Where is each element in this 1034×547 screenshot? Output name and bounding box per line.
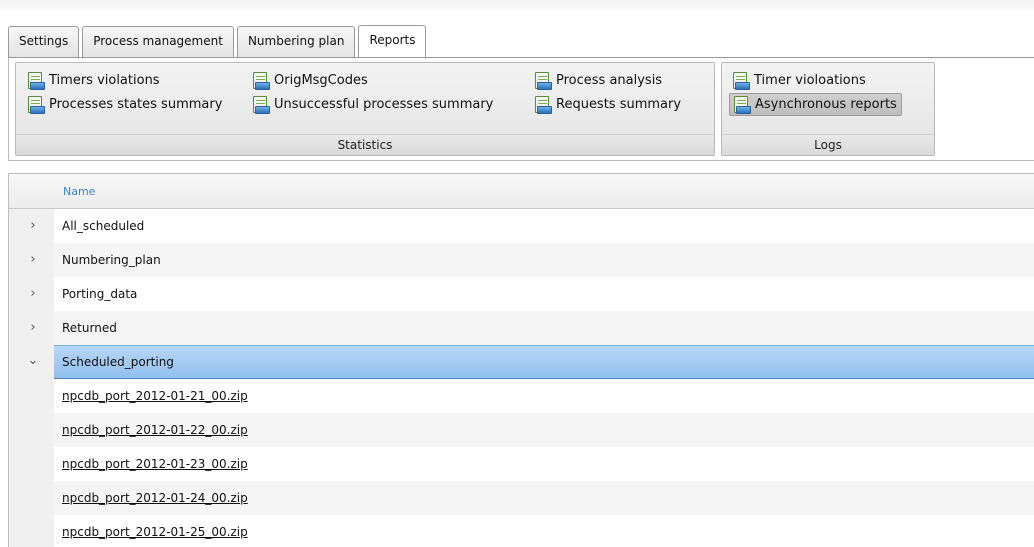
logs-group: Timer violoations Asynchronous reports L… bbox=[721, 62, 935, 156]
chevron-right-icon[interactable]: › bbox=[27, 219, 39, 233]
file-link[interactable]: npcdb_port_2012-01-25_00.zip bbox=[62, 525, 248, 539]
file-row: npcdb_port_2012-01-24_00.zip bbox=[54, 481, 1034, 515]
folder-row[interactable]: › Returned bbox=[9, 311, 1034, 345]
report-icon bbox=[252, 71, 270, 90]
chevron-down-icon[interactable]: ⌄ bbox=[27, 354, 39, 368]
button-label: Unsuccessful processes summary bbox=[274, 97, 494, 112]
report-icon bbox=[733, 95, 751, 114]
unsuccessful-processes-summary-button[interactable]: Unsuccessful processes summary bbox=[249, 93, 497, 116]
grid-header[interactable]: Name bbox=[9, 174, 1034, 209]
report-icon bbox=[27, 95, 45, 114]
tab-settings[interactable]: Settings bbox=[8, 26, 80, 57]
file-link[interactable]: npcdb_port_2012-01-21_00.zip bbox=[62, 389, 248, 403]
file-link[interactable]: npcdb_port_2012-01-22_00.zip bbox=[62, 423, 248, 437]
folder-name: All_scheduled bbox=[62, 219, 145, 233]
button-label: Timer violoations bbox=[754, 73, 866, 88]
file-link[interactable]: npcdb_port_2012-01-23_00.zip bbox=[62, 457, 248, 471]
button-label: Processes states summary bbox=[49, 97, 223, 112]
report-icon bbox=[534, 71, 552, 90]
file-row: npcdb_port_2012-01-25_00.zip bbox=[54, 515, 1034, 547]
ribbon: Timers violations Processes states summa… bbox=[8, 58, 1034, 161]
tab-process-management[interactable]: Process management bbox=[82, 26, 234, 57]
statistics-group: Timers violations Processes states summa… bbox=[15, 62, 715, 156]
reports-grid: Name › All_scheduled › Numbering_plan › … bbox=[8, 173, 1034, 547]
folder-name: Scheduled_porting bbox=[54, 345, 1034, 379]
statistics-group-label: Statistics bbox=[16, 134, 714, 155]
top-fade bbox=[0, 0, 1034, 14]
folder-name: Porting_data bbox=[62, 287, 138, 301]
file-link[interactable]: npcdb_port_2012-01-24_00.zip bbox=[62, 491, 248, 505]
file-row: npcdb_port_2012-01-22_00.zip bbox=[54, 413, 1034, 447]
report-icon bbox=[27, 71, 45, 90]
report-icon bbox=[732, 71, 750, 90]
tab-strip: Settings Process management Numbering pl… bbox=[8, 25, 429, 58]
chevron-right-icon[interactable]: › bbox=[27, 287, 39, 301]
button-label: Process analysis bbox=[556, 73, 663, 88]
asynchronous-reports-button[interactable]: Asynchronous reports bbox=[729, 93, 902, 116]
folder-row[interactable]: › Numbering_plan bbox=[9, 243, 1034, 277]
processes-states-summary-button[interactable]: Processes states summary bbox=[24, 93, 226, 116]
timers-violations-button[interactable]: Timers violations bbox=[24, 69, 164, 92]
report-icon bbox=[252, 95, 270, 114]
logs-group-label: Logs bbox=[722, 134, 934, 155]
button-label: OrigMsgCodes bbox=[274, 73, 368, 88]
file-row: npcdb_port_2012-01-23_00.zip bbox=[54, 447, 1034, 481]
origmsgcodes-button[interactable]: OrigMsgCodes bbox=[249, 69, 372, 92]
button-label: Timers violations bbox=[49, 73, 160, 88]
chevron-right-icon[interactable]: › bbox=[27, 253, 39, 267]
file-row: npcdb_port_2012-01-21_00.zip bbox=[54, 379, 1034, 413]
button-label: Requests summary bbox=[556, 97, 682, 112]
chevron-right-icon[interactable]: › bbox=[27, 321, 39, 335]
button-label: Asynchronous reports bbox=[755, 97, 897, 112]
process-analysis-button[interactable]: Process analysis bbox=[531, 69, 666, 92]
folder-name: Numbering_plan bbox=[54, 243, 1034, 277]
folder-row[interactable]: › Porting_data bbox=[9, 277, 1034, 311]
tab-reports[interactable]: Reports bbox=[358, 25, 427, 58]
report-icon bbox=[534, 95, 552, 114]
column-header-name[interactable]: Name bbox=[63, 185, 95, 198]
folder-row[interactable]: › All_scheduled bbox=[9, 209, 1034, 243]
requests-summary-button[interactable]: Requests summary bbox=[531, 93, 685, 116]
tab-numbering-plan[interactable]: Numbering plan bbox=[236, 26, 356, 57]
folder-name: Returned bbox=[54, 311, 1034, 345]
timer-violoations-button[interactable]: Timer violoations bbox=[729, 69, 870, 92]
folder-row-selected[interactable]: ⌄ Scheduled_porting bbox=[9, 345, 1034, 379]
